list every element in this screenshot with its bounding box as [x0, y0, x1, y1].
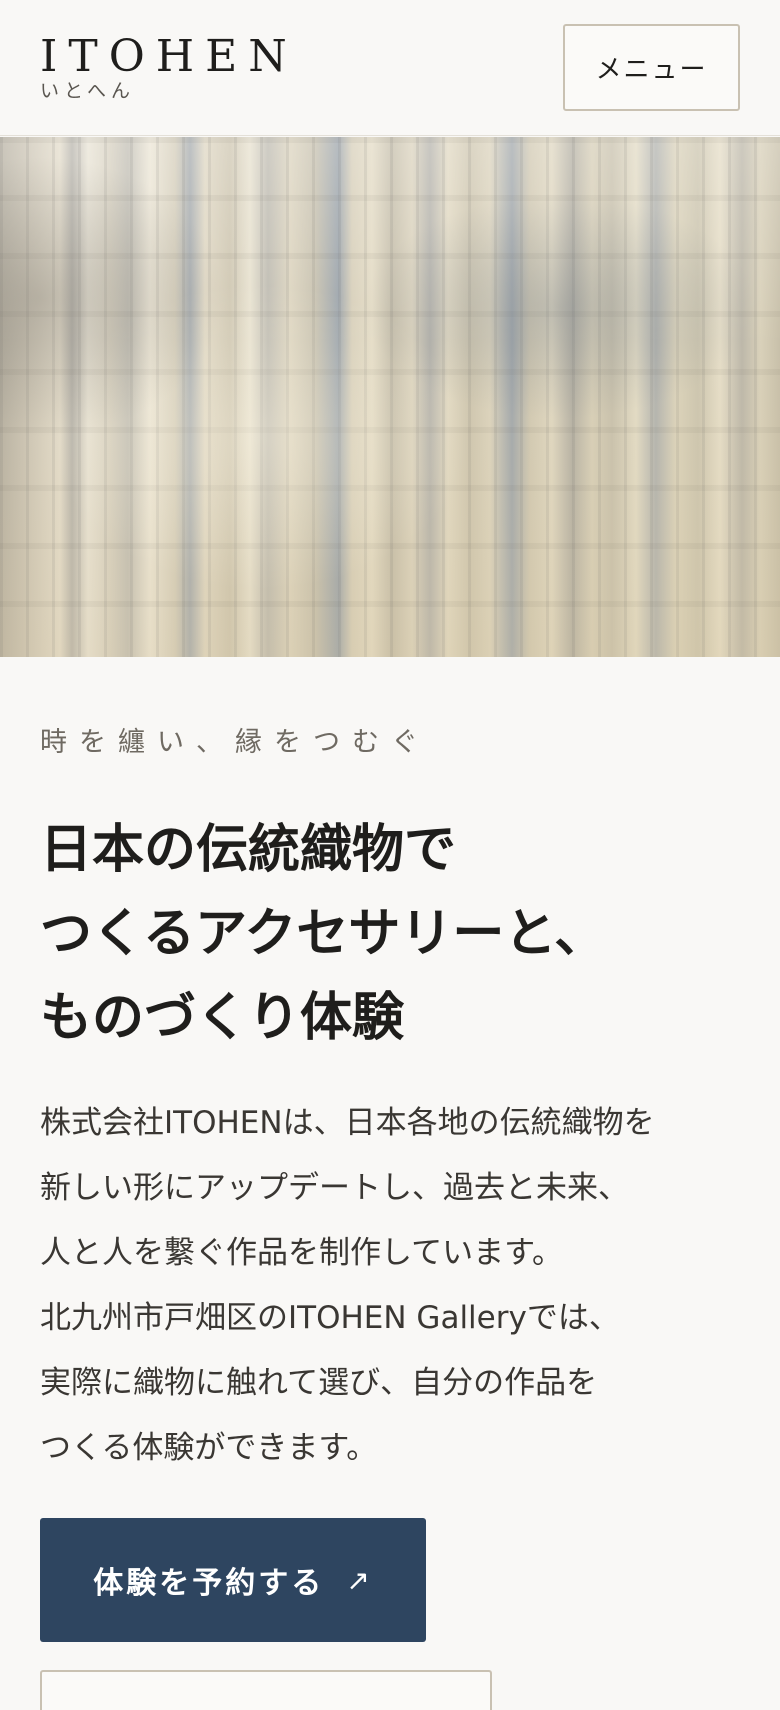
logo[interactable]: ITOHEN いとへん [40, 30, 298, 102]
hero-image [0, 137, 780, 657]
secondary-button[interactable] [40, 1670, 492, 1710]
site-header: ITOHEN いとへん メニュー [0, 0, 780, 136]
external-arrow-icon: ↗ [346, 1563, 373, 1597]
intro-line: 新しい形にアップデートし、過去と未来、 [40, 1170, 629, 1206]
intro-line: 人と人を繋ぐ作品を制作しています。 [40, 1235, 563, 1271]
headline-line: つくるアクセサリーと、 [40, 903, 607, 964]
menu-button[interactable]: メニュー [563, 24, 740, 111]
tagline: 時を纏い、縁をつむぐ [40, 727, 430, 758]
intro-line: 株式会社ITOHENは、日本各地の伝統織物を [40, 1105, 655, 1141]
intro-line: 北九州市戸畑区のITOHEN Galleryでは、 [40, 1300, 620, 1336]
book-experience-button[interactable]: 体験を予約する ↗ [40, 1518, 426, 1642]
book-experience-label: 体験を予約する [93, 1566, 325, 1601]
headline-line: ものづくり体験 [40, 987, 405, 1048]
intro-line: つくる体験ができます。 [40, 1430, 378, 1466]
headline-line: 日本の伝統織物で [40, 819, 457, 880]
logo-wordmark: ITOHEN [40, 31, 298, 82]
intro-text: 株式会社ITOHENは、日本各地の伝統織物を 新しい形にアップデートし、過去と未… [40, 1091, 760, 1481]
page-headline: 日本の伝統織物で つくるアクセサリーと、 ものづくり体験 [40, 808, 740, 1060]
intro-line: 実際に織物に触れて選び、自分の作品を [40, 1365, 598, 1401]
